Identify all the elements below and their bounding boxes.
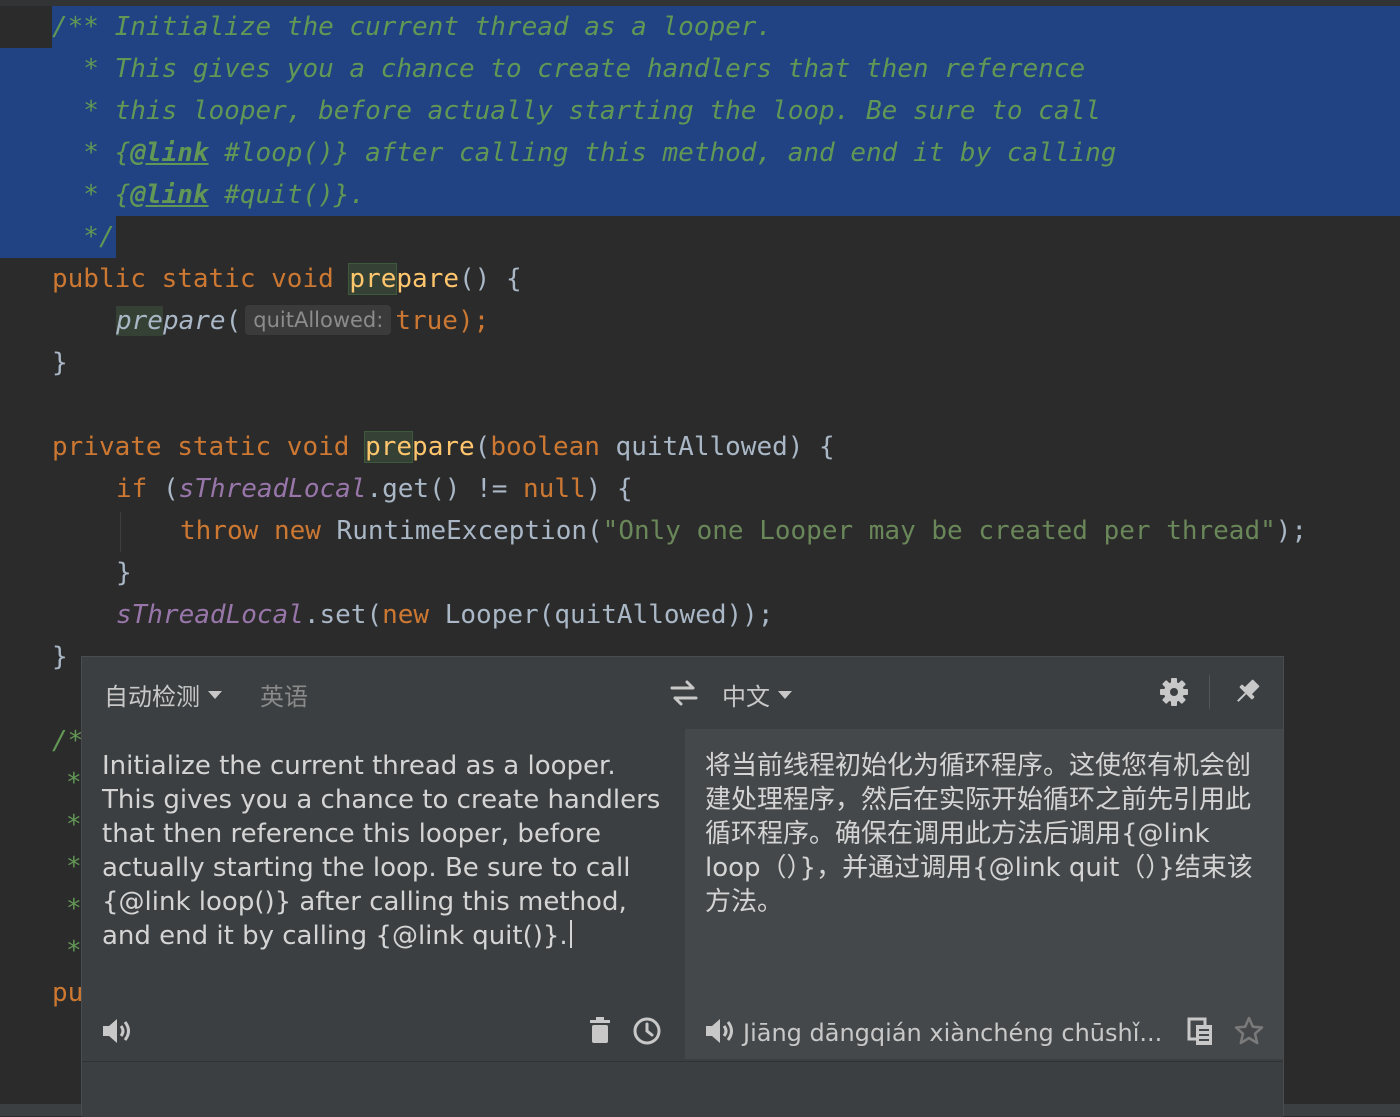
keyword: true [395,306,458,336]
gear-icon[interactable] [1157,675,1191,709]
popup-footer [82,1061,1283,1117]
doc-comment-line: * [66,768,82,798]
doc-comment-line: * this looper, before actually starting … [52,96,1101,126]
translation-pane: 将当前线程初始化为循环程序。这使您有机会创建处理程序，然后在实际开始循环之前先引… [685,729,1283,1059]
star-icon[interactable] [1233,1015,1265,1051]
code-line-method-signature: private static void prepare(boolean quit… [52,426,835,468]
target-language-label: 中文 [722,683,770,711]
doc-comment-line: * {@link #loop()} after calling this met… [52,132,1116,174]
source-language-select[interactable]: 自动检测 [104,677,222,712]
doc-link-tag[interactable]: @link [130,180,208,210]
indent-guide [120,512,121,552]
doc-comment-line: * [66,852,82,882]
header-divider [1209,675,1210,709]
code-text: ( [474,432,491,462]
detected-language: 英语 [260,683,308,711]
code-text: .set( [303,600,383,630]
code-line-brace: } [116,558,132,588]
speaker-icon[interactable] [703,1016,737,1050]
method-name-highlight[interactable]: pre [348,263,398,295]
code-line-method-signature: public static void prepare() { [52,258,522,300]
code-text: () { [459,264,522,294]
code-text: ( [225,306,242,336]
code-text: Looper(quitAllowed)); [429,600,774,630]
keyword: new [382,600,430,630]
translation-header: 自动检测 英语 中文 [82,657,1283,730]
method-name[interactable]: pare [412,432,475,462]
keyword: public static void [52,264,350,294]
string-literal: "Only one Looper may be created per thre… [602,516,1276,546]
field-reference[interactable]: sThreadLocal [116,600,304,630]
field-reference[interactable]: sThreadLocal [179,474,367,504]
code-text: ); [1275,516,1308,546]
code-text: RuntimeException( [320,516,603,546]
code-line-set: sThreadLocal.set(new Looper(quitAllowed)… [116,594,773,636]
source-pane[interactable]: Initialize the current thread as a loope… [82,729,684,1059]
copy-icon[interactable] [1187,1017,1215,1051]
doc-comment-line: * [66,936,82,966]
doc-comment-line: /** Initialize the current thread as a l… [52,12,773,42]
keyword: if [116,474,148,504]
doc-text: #loop()} after calling this method, and … [208,138,1117,168]
trash-icon[interactable] [588,1016,612,1050]
doc-text: * { [52,138,131,168]
doc-comment-line: * {@link #quit()}. [52,174,365,216]
chevron-down-icon [778,690,792,699]
keyword: new [273,516,321,546]
code-line-brace: } [52,642,68,672]
text-cursor [569,920,572,948]
source-text: Initialize the current thread as a loope… [102,751,661,951]
code-line-if: if (sThreadLocal.get() != null) { [116,468,633,510]
doc-comment-line: * [66,810,82,840]
code-text: .get() != [366,474,524,504]
doc-comment-line: /* [52,726,84,756]
keyword: null [523,474,586,504]
method-name-highlight[interactable]: pre [364,431,414,463]
code-line-throw: throw new RuntimeException("Only one Loo… [180,510,1307,552]
keyword: private static void [52,432,366,462]
chevron-down-icon [208,690,222,699]
pin-icon[interactable] [1230,675,1264,709]
pinyin-text: Jiāng dāngqián xiànchéng chūshǐ... [743,1019,1163,1047]
speaker-icon[interactable] [100,1016,134,1050]
translated-text: 将当前线程初始化为循环程序。这使您有机会创建处理程序，然后在实际开始循环之前先引… [705,751,1253,917]
code-line-brace: } [52,348,68,378]
keyword: boolean [490,432,600,462]
method-call-highlight[interactable]: pre [116,306,163,336]
code-text: ( [147,474,179,504]
code-line-keyword: pu [52,978,84,1008]
doc-comment-line: * This gives you a chance to create hand… [52,54,1086,84]
keyword: throw [180,516,259,546]
target-language-select[interactable]: 中文 [722,677,792,712]
doc-link-tag[interactable]: @link [130,138,208,168]
method-name[interactable]: pare [396,264,459,294]
doc-text: #quit()}. [208,180,366,210]
parameter-hint: quitAllowed: [245,305,392,335]
code-text: ) { [585,474,633,504]
doc-text: * { [52,180,131,210]
doc-comment-line: */ [52,222,115,252]
clock-icon[interactable] [632,1016,662,1050]
translation-popup[interactable]: 自动检测 英语 中文 Initialize the current thread… [81,656,1284,1117]
code-line-call: prepare(quitAllowed: true); [116,300,489,342]
method-call[interactable]: pare [163,306,226,336]
code-text: quitAllowed) { [599,432,835,462]
code-text: ); [457,306,490,336]
doc-comment-line: * [66,894,82,924]
swap-icon[interactable] [668,675,700,711]
source-language-label: 自动检测 [104,683,200,711]
source-text-input[interactable]: Initialize the current thread as a loope… [102,749,672,953]
